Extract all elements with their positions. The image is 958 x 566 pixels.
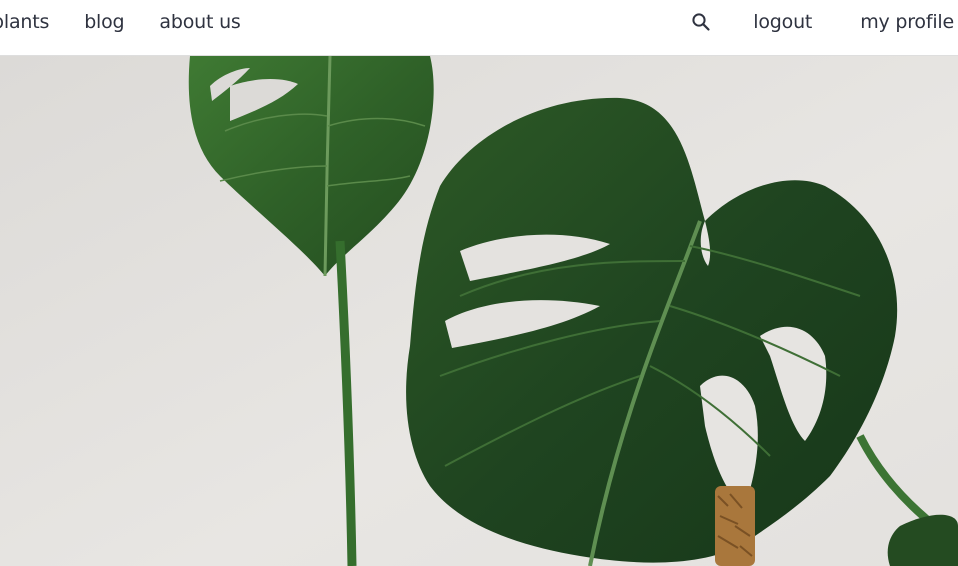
monstera-plant-photo	[0, 56, 958, 566]
nav-link-blog[interactable]: blog	[84, 11, 124, 33]
primary-nav: plants blog about us	[0, 0, 276, 44]
search-button[interactable]	[691, 12, 711, 32]
search-icon	[692, 13, 710, 31]
coir-pole	[715, 486, 755, 566]
account-nav: logout my profile	[691, 0, 954, 44]
hero-image	[0, 56, 958, 566]
nav-link-about-us[interactable]: about us	[159, 11, 240, 33]
logout-link[interactable]: logout	[753, 11, 812, 33]
nav-link-plants[interactable]: plants	[0, 11, 49, 33]
my-profile-link[interactable]: my profile	[860, 11, 954, 33]
top-navbar: plants blog about us logout my profile	[0, 0, 958, 56]
